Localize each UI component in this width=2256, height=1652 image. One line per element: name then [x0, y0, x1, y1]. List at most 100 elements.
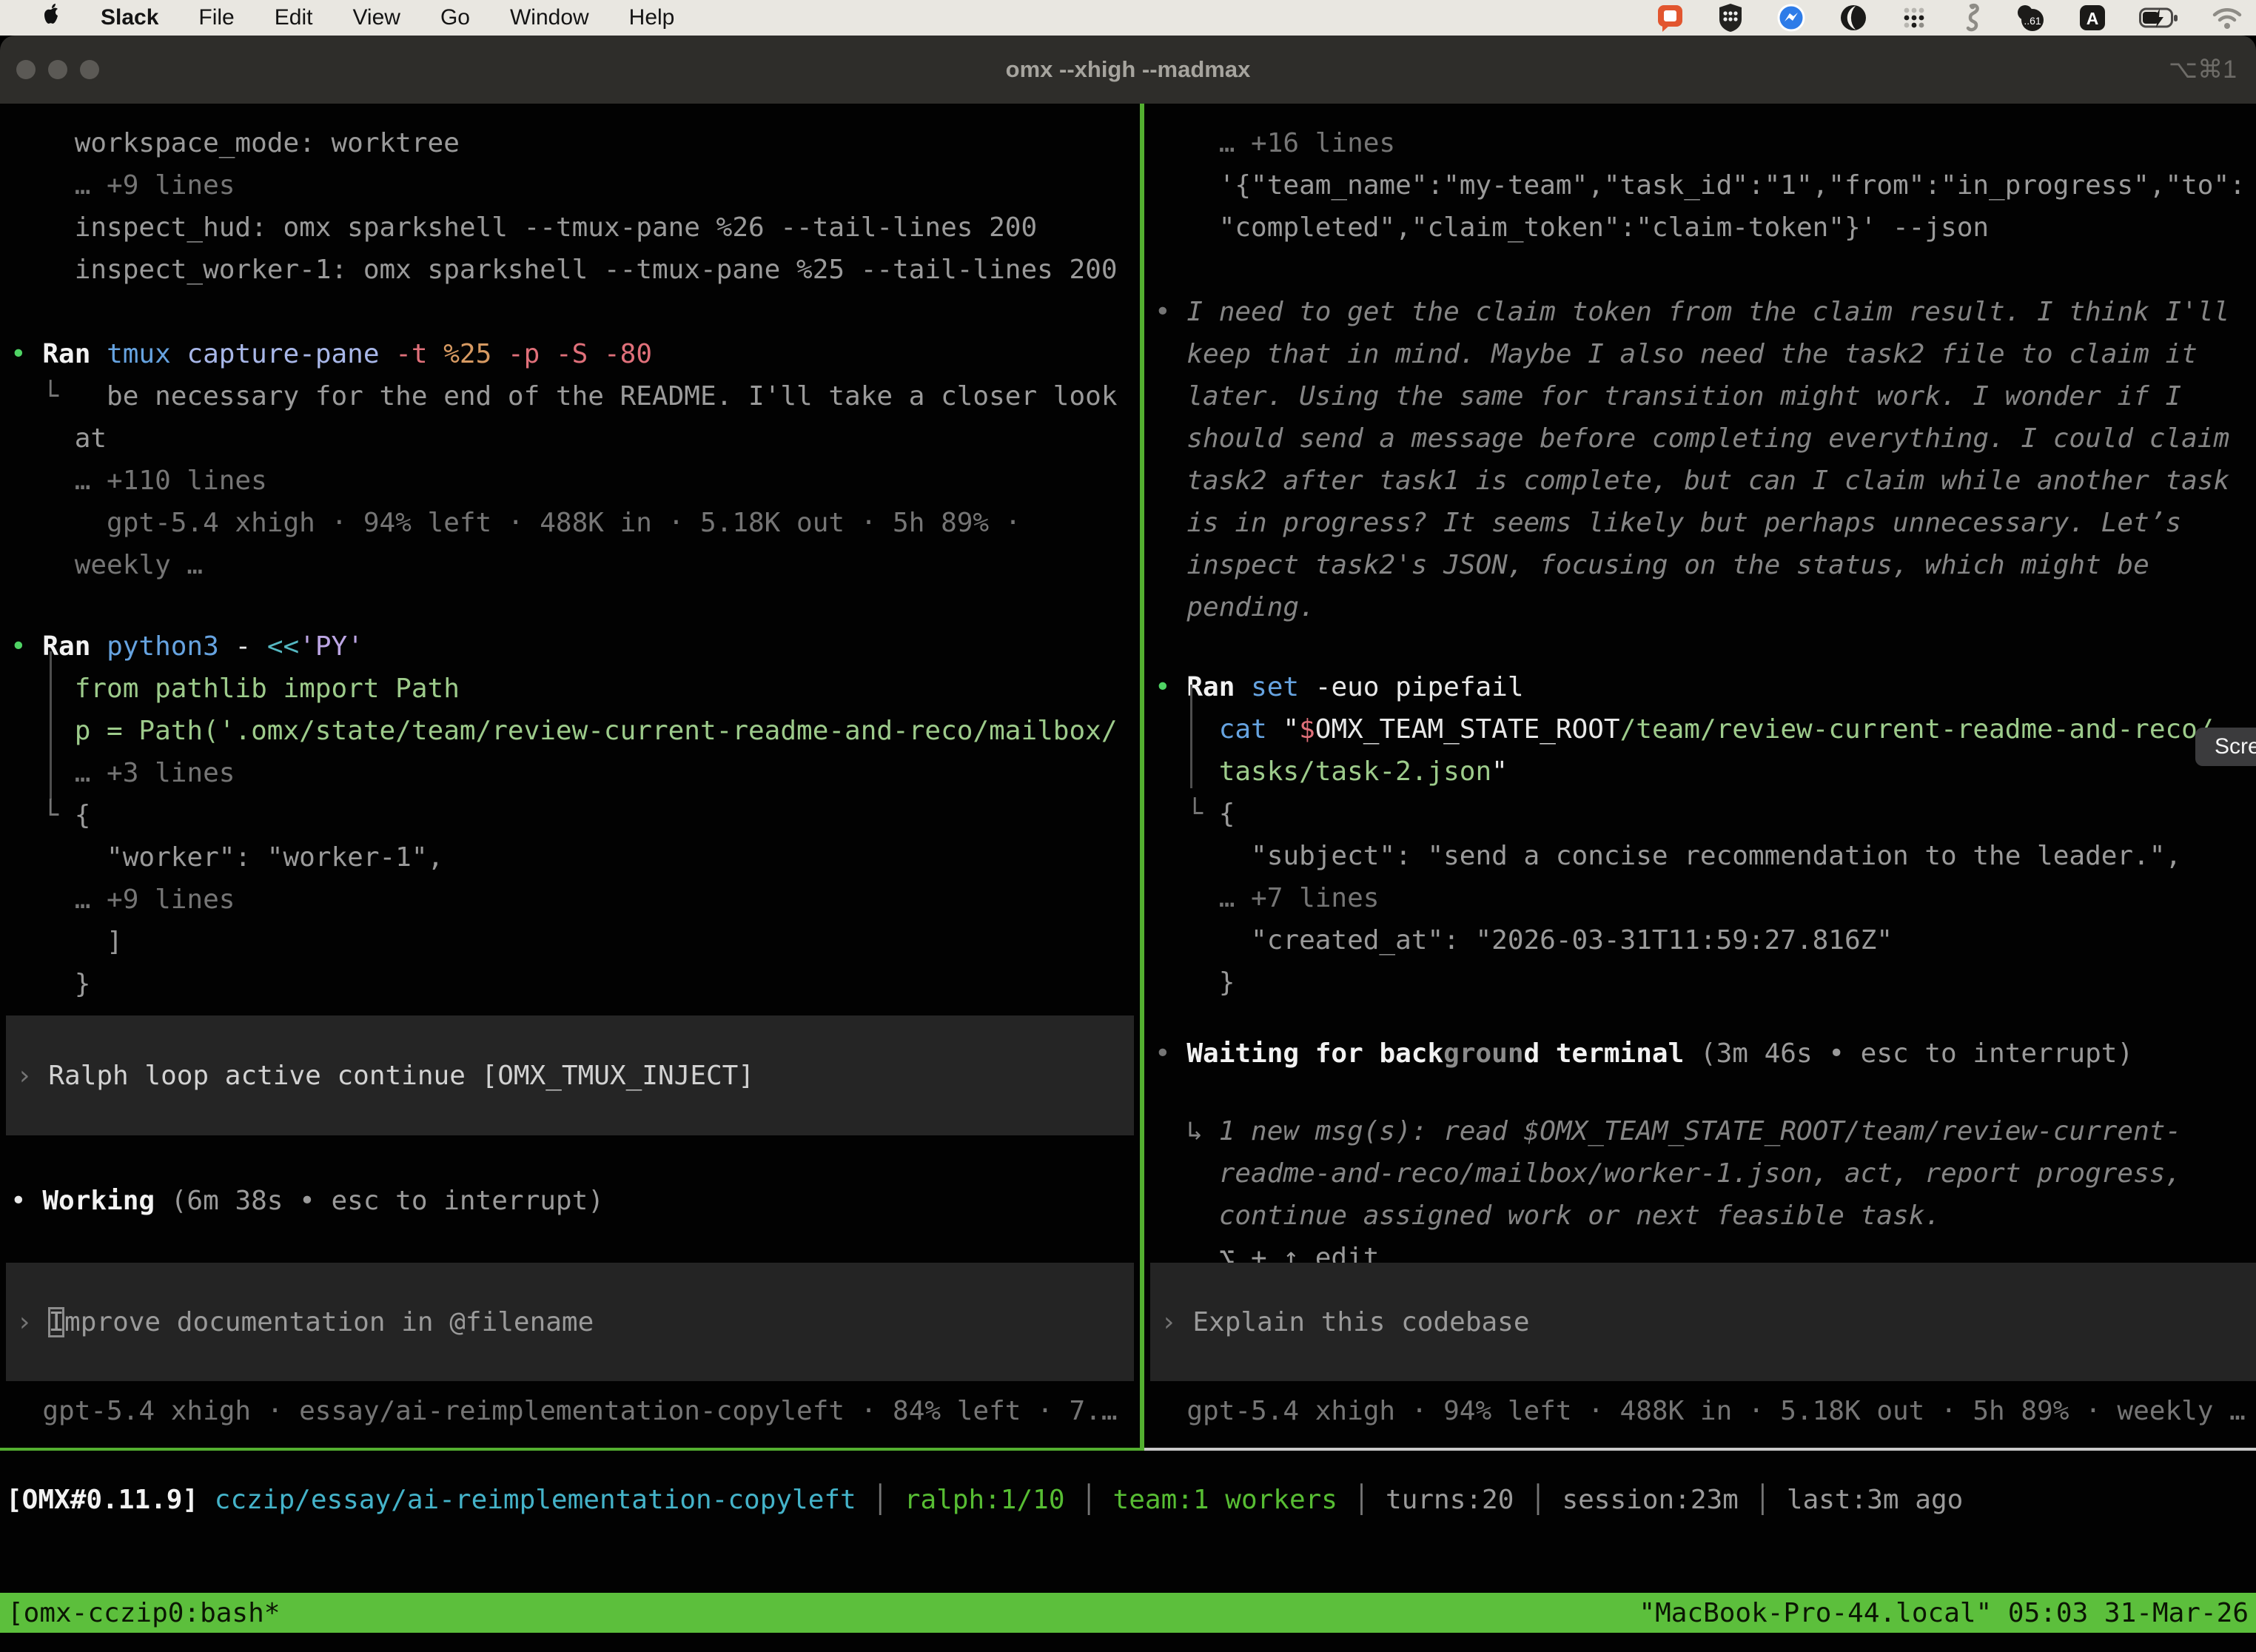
terminal-line: › Improve documentation in @filename: [16, 1301, 594, 1343]
terminal-line: … +9 lines: [10, 879, 1118, 921]
terminal-line: pending.: [1155, 586, 2229, 628]
terminal-line: › Explain this codebase: [1161, 1301, 1530, 1343]
terminal-line: › Ralph loop active continue [OMX_TMUX_I…: [16, 1055, 754, 1097]
terminal-line: • Ran set -euo pipefail: [1155, 666, 2214, 708]
wifi-icon[interactable]: [2212, 6, 2243, 30]
right-new-msg-block: ↳ 1 new msg(s): read $OMX_TEAM_STATE_ROO…: [1155, 1110, 2181, 1279]
menu-status-icons: ..61 A: [1656, 2, 2256, 33]
terminal-line: p = Path('.omx/state/team/review-current…: [10, 710, 1118, 752]
terminal-line: • Ran python3 - <<'PY': [10, 625, 1118, 668]
terminal-line: task2 after task1 is complete, but can I…: [1155, 460, 2229, 502]
screen: { "menu_bar": { "app": "Slack", "items":…: [0, 0, 2256, 1652]
assistant-a-icon[interactable]: A: [2078, 4, 2106, 32]
menu-item-go[interactable]: Go: [440, 5, 470, 30]
terminal-line: inspect task2's JSON, focusing on the st…: [1155, 544, 2229, 586]
terminal-area: workspace_mode: worktree … +9 lines insp…: [0, 104, 2256, 1652]
assistant-a-label: A: [2087, 9, 2099, 28]
left-model-statusline: gpt-5.4 xhigh · essay/ai-reimplementatio…: [10, 1390, 1118, 1432]
terminal-line: }: [1155, 961, 2214, 1004]
window-titlebar: omx --xhigh --madmax ⌥⌘1: [0, 36, 2256, 104]
terminal-line: }: [10, 963, 1118, 1005]
terminal-line: • Waiting for background terminal (3m 46…: [1155, 1032, 2133, 1075]
menu-bar: Slack File Edit View Go Window Help: [0, 0, 2256, 36]
left-working-status: • Working (6m 38s • esc to interrupt): [10, 1180, 604, 1222]
right-prompt-input[interactable]: › Explain this codebase: [1150, 1263, 2256, 1381]
terminal-line: '{"team_name":"my-team","task_id":"1","f…: [1155, 164, 2246, 206]
left-prompt-input[interactable]: › Improve documentation in @filename: [6, 1263, 1134, 1381]
left-prompt-text: › Improve documentation in @filename: [16, 1301, 594, 1343]
terminal-line: keep that in mind. Maybe I also need the…: [1155, 333, 2229, 375]
right-claim-json-lines: … +16 lines '{"team_name":"my-team","tas…: [1155, 122, 2246, 249]
right-ran-cat-block: • Ran set -euo pipefail cat "$OMX_TEAM_S…: [1155, 666, 2214, 1004]
terminal-line: "subject": "send a concise recommendatio…: [1155, 835, 2214, 877]
terminal-line: ]: [10, 921, 1118, 963]
battery-icon[interactable]: [2139, 7, 2179, 29]
timer-meter-icon[interactable]: ..61: [2015, 3, 2046, 33]
left-intro-lines: workspace_mode: worktree … +9 lines insp…: [10, 122, 1118, 291]
terminal-line: is in progress? It seems likely but perh…: [1155, 502, 2229, 544]
terminal-line: "completed","claim_token":"claim-token"}…: [1155, 206, 2246, 249]
seahorse-icon[interactable]: [1960, 2, 1982, 33]
apple-logo-icon[interactable]: [41, 3, 61, 33]
terminal-line: gpt-5.4 xhigh · essay/ai-reimplementatio…: [10, 1390, 1118, 1432]
terminal-line: "created_at": "2026-03-31T11:59:27.816Z": [1155, 919, 2214, 961]
menu-item-file[interactable]: File: [198, 5, 234, 30]
dark-crescent-icon[interactable]: [1839, 3, 1868, 33]
terminal-line: later. Using the same for transition mig…: [1155, 375, 2229, 417]
menu-item-edit[interactable]: Edit: [275, 5, 313, 30]
menu-app-name[interactable]: Slack: [101, 5, 158, 30]
terminal-line: inspect_hud: omx sparkshell --tmux-pane …: [10, 206, 1118, 249]
terminal-line: "worker": "worker-1",: [10, 836, 1118, 879]
terminal-line: … +3 lines: [10, 752, 1118, 794]
shield-grid-icon[interactable]: [1717, 3, 1744, 33]
left-ran-python-block: • Ran python3 - <<'PY' from pathlib impo…: [10, 625, 1118, 1005]
terminal-line: workspace_mode: worktree: [10, 122, 1118, 164]
terminal-line: • I need to get the claim token from the…: [1155, 291, 2229, 333]
right-pane-border: [1144, 1448, 2256, 1451]
screen-tooltip: Scre: [2195, 728, 2256, 766]
terminal-line: … +16 lines: [1155, 122, 2246, 164]
menu-item-window[interactable]: Window: [510, 5, 589, 30]
terminal-line: … +9 lines: [10, 164, 1118, 206]
terminal-line: tasks/task-2.json": [1155, 751, 2214, 793]
terminal-line: readme-and-reco/mailbox/worker-1.json, a…: [1155, 1152, 2181, 1195]
terminal-line: [OMX#0.11.9] cczip/essay/ai-reimplementa…: [6, 1479, 1963, 1521]
terminal-line: • Working (6m 38s • esc to interrupt): [10, 1180, 604, 1222]
pane-hud-left[interactable]: workspace_mode: worktree … +9 lines insp…: [0, 104, 1140, 1551]
ralph-loop-text: › Ralph loop active continue [OMX_TMUX_I…: [16, 1055, 754, 1097]
pane-worker-right[interactable]: … +16 lines '{"team_name":"my-team","tas…: [1144, 104, 2256, 1551]
terminal-line: from pathlib import Path: [10, 668, 1118, 710]
terminal-line: • Ran tmux capture-pane -t %25 -p -S -80: [10, 333, 1118, 375]
terminal-line: continue assigned work or next feasible …: [1155, 1195, 2181, 1237]
tmux-status-bar: [omx-cczip0:bash* "MacBook-Pro-44.local"…: [0, 1593, 2256, 1633]
left-ran-tmux-block: • Ran tmux capture-pane -t %25 -p -S -80…: [10, 333, 1118, 586]
dots-grid-icon[interactable]: [1901, 4, 1927, 31]
terminal-line: inspect_worker-1: omx sparkshell --tmux-…: [10, 249, 1118, 291]
terminal-line: gpt-5.4 xhigh · 94% left · 488K in · 5.1…: [10, 502, 1118, 544]
left-pane-border: [0, 1448, 1140, 1451]
terminal-line: … +110 lines: [10, 460, 1118, 502]
terminal-line: should send a message before completing …: [1155, 417, 2229, 460]
messenger-bolt-icon[interactable]: [1776, 3, 1806, 33]
chat-app-icon[interactable]: [1656, 3, 1685, 33]
right-thinking-block: • I need to get the claim token from the…: [1155, 291, 2229, 628]
terminal-line: └ {: [1155, 793, 2214, 835]
menu-items: File Edit View Go Window Help: [198, 5, 674, 30]
menu-item-help[interactable]: Help: [629, 5, 675, 30]
terminal-line: weekly …: [10, 544, 1118, 586]
tmux-session-label: [omx-cczip0:bash*: [7, 1598, 280, 1628]
terminal-line: cat "$OMX_TEAM_STATE_ROOT/team/review-cu…: [1155, 708, 2214, 751]
right-prompt-text: › Explain this codebase: [1161, 1301, 1530, 1343]
terminal-line: └ be necessary for the end of the README…: [10, 375, 1118, 417]
ralph-loop-banner: › Ralph loop active continue [OMX_TMUX_I…: [6, 1015, 1134, 1135]
right-waiting-status: • Waiting for background terminal (3m 46…: [1155, 1032, 2133, 1075]
right-gutter-line: [1190, 685, 1192, 788]
window-title: omx --xhigh --madmax: [0, 36, 2256, 104]
tmux-host-clock: "MacBook-Pro-44.local" 05:03 31-Mar-26: [1639, 1598, 2249, 1628]
terminal-line: … +7 lines: [1155, 877, 2214, 919]
right-model-statusline: gpt-5.4 xhigh · 94% left · 488K in · 5.1…: [1155, 1390, 2246, 1432]
menu-item-view[interactable]: View: [352, 5, 400, 30]
terminal-line: at: [10, 417, 1118, 460]
terminal-line: └ {: [10, 794, 1118, 836]
terminal-line: gpt-5.4 xhigh · 94% left · 488K in · 5.1…: [1155, 1390, 2246, 1432]
